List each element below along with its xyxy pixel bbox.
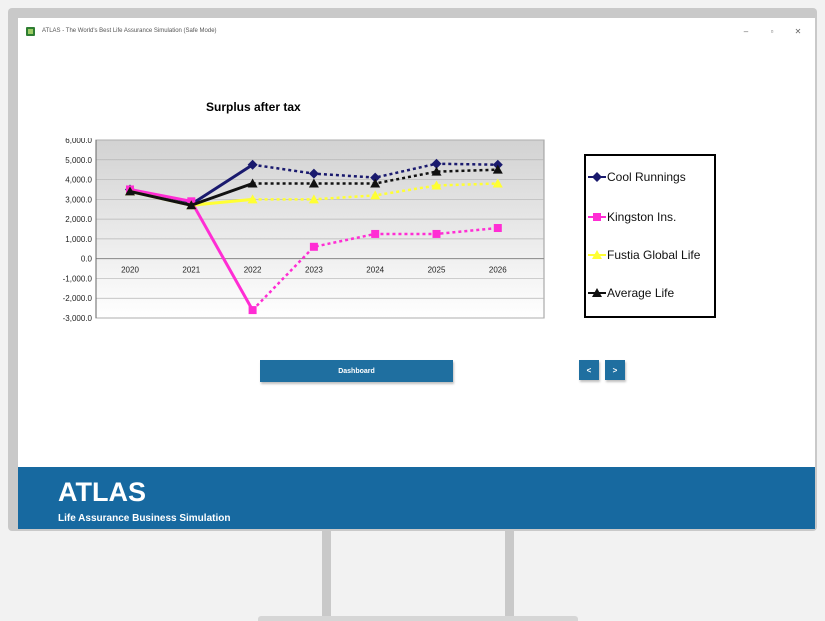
window-title: ATLAS - The World's Best Life Assurance … xyxy=(42,28,217,34)
surplus-chart: 6,000.0 5,000.0 4,000.0 3,000.0 2,000.0 1,000… xyxy=(63,138,545,323)
footer-banner: ATLAS Life Assurance Business Simulation xyxy=(18,467,815,529)
restore-button[interactable]: ▫ xyxy=(759,18,785,44)
data-point-kingston-ins xyxy=(309,242,318,251)
chart-legend: Cool Runnings Kingston Ins. Fustia Global … xyxy=(584,154,716,318)
legend-label: Cool Runnings xyxy=(607,170,686,184)
legend-label: Kingston Ins. xyxy=(607,210,677,224)
x-tick-label: 2024 xyxy=(366,266,384,275)
stand-base xyxy=(258,616,578,621)
data-point-kingston-ins xyxy=(248,306,257,315)
app-window: ATLAS - The World's Best Life Assurance … xyxy=(18,18,815,529)
next-button[interactable]: > xyxy=(605,360,625,380)
y-tick-label: 2,000.0 xyxy=(65,215,92,224)
y-tick-label: 1,000.0 xyxy=(65,235,92,244)
monitor-frame: ATLAS - The World's Best Life Assurance … xyxy=(8,8,817,531)
y-tick-label: 0.0 xyxy=(81,255,93,264)
legend-item-kingston-ins: Kingston Ins. xyxy=(588,210,676,224)
legend-item-average-life: Average Life xyxy=(588,286,674,300)
y-tick-label: 3,000.0 xyxy=(65,195,92,204)
minimize-button[interactable]: – xyxy=(733,18,759,44)
chart-title: Surplus after tax xyxy=(206,100,301,114)
legend-item-cool-runnings: Cool Runnings xyxy=(588,170,686,184)
data-point-kingston-ins xyxy=(493,224,502,233)
x-tick-label: 2025 xyxy=(428,266,446,275)
dashboard-button[interactable]: Dashboard xyxy=(260,360,453,382)
stand-post-right xyxy=(505,531,514,621)
y-tick-label: 5,000.0 xyxy=(65,156,92,165)
y-tick-label: -3,000.0 xyxy=(63,314,93,323)
y-tick-label: -1,000.0 xyxy=(63,274,93,283)
prev-button[interactable]: < xyxy=(579,360,599,380)
app-icon xyxy=(26,26,35,36)
window-controls: – ▫ ✕ xyxy=(733,18,811,44)
y-tick-label: -2,000.0 xyxy=(63,294,93,303)
y-tick-label: 6,000.0 xyxy=(65,138,92,145)
x-tick-label: 2020 xyxy=(121,266,139,275)
x-tick-label: 2023 xyxy=(305,266,323,275)
window-titlebar: ATLAS - The World's Best Life Assurance … xyxy=(18,18,815,44)
legend-label: Average Life xyxy=(607,286,675,300)
x-tick-label: 2022 xyxy=(244,266,262,275)
data-point-kingston-ins xyxy=(371,229,380,238)
banner-subtitle: Life Assurance Business Simulation xyxy=(58,513,231,524)
legend-swatch xyxy=(588,288,606,297)
close-button[interactable]: ✕ xyxy=(785,18,811,44)
legend-swatch xyxy=(588,213,606,221)
legend-swatch xyxy=(588,250,606,259)
legend-label: Fustia Global Life xyxy=(607,248,701,262)
legend-item-fustia-global-life: Fustia Global Life xyxy=(588,248,700,262)
x-tick-label: 2026 xyxy=(489,266,507,275)
x-tick-label: 2021 xyxy=(182,266,200,275)
data-point-kingston-ins xyxy=(432,229,441,238)
y-tick-label: 4,000.0 xyxy=(65,176,92,185)
banner-title: ATLAS xyxy=(58,477,146,507)
legend-swatch xyxy=(588,172,606,182)
stand-post-left xyxy=(322,531,331,621)
